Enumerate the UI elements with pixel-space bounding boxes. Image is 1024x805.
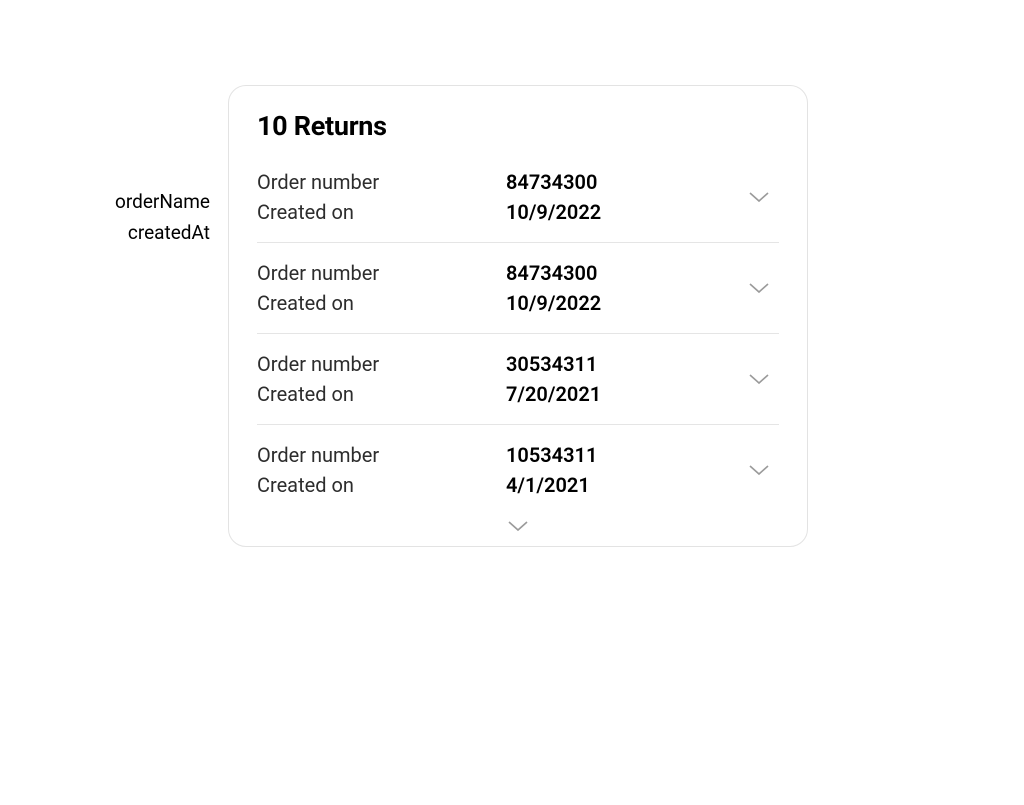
list-item: Order number 84734300 Created on 10/9/20… <box>257 243 779 334</box>
order-number-value: 84734300 <box>506 261 731 285</box>
list-item-content: Order number 10534311 Created on 4/1/202… <box>257 443 731 497</box>
list-item: Order number 84734300 Created on 10/9/20… <box>257 170 779 243</box>
order-number-label: Order number <box>257 352 482 376</box>
order-number-value: 10534311 <box>506 443 731 467</box>
slot-labels: orderName createdAt <box>115 190 210 244</box>
card-title: 10 Returns <box>257 110 779 142</box>
expand-button[interactable] <box>739 374 779 385</box>
created-on-value: 10/9/2022 <box>506 200 731 224</box>
load-more-button[interactable] <box>257 515 779 534</box>
expand-button[interactable] <box>739 465 779 476</box>
chevron-down-icon <box>749 465 769 476</box>
returns-card: 10 Returns Order number 84734300 Created… <box>228 85 808 547</box>
slot-label-createdat: createdAt <box>128 221 210 244</box>
list-item-content: Order number 84734300 Created on 10/9/20… <box>257 261 731 315</box>
order-number-value: 84734300 <box>506 170 731 194</box>
returns-list: Order number 84734300 Created on 10/9/20… <box>257 170 779 515</box>
created-on-value: 4/1/2021 <box>506 473 731 497</box>
list-item: Order number 10534311 Created on 4/1/202… <box>257 425 779 515</box>
order-number-value: 30534311 <box>506 352 731 376</box>
chevron-down-icon <box>749 192 769 203</box>
chevron-down-icon <box>508 521 528 532</box>
list-item: Order number 30534311 Created on 7/20/20… <box>257 334 779 425</box>
created-on-value: 7/20/2021 <box>506 382 731 406</box>
created-on-label: Created on <box>257 473 482 497</box>
layout-container: orderName createdAt 10 Returns Order num… <box>115 85 808 547</box>
chevron-down-icon <box>749 283 769 294</box>
created-on-label: Created on <box>257 382 482 406</box>
created-on-label: Created on <box>257 291 482 315</box>
chevron-down-icon <box>749 374 769 385</box>
expand-button[interactable] <box>739 283 779 294</box>
order-number-label: Order number <box>257 170 482 194</box>
slot-label-ordername: orderName <box>115 190 210 213</box>
created-on-label: Created on <box>257 200 482 224</box>
created-on-value: 10/9/2022 <box>506 291 731 315</box>
list-item-content: Order number 84734300 Created on 10/9/20… <box>257 170 731 224</box>
order-number-label: Order number <box>257 261 482 285</box>
expand-button[interactable] <box>739 192 779 203</box>
order-number-label: Order number <box>257 443 482 467</box>
list-item-content: Order number 30534311 Created on 7/20/20… <box>257 352 731 406</box>
